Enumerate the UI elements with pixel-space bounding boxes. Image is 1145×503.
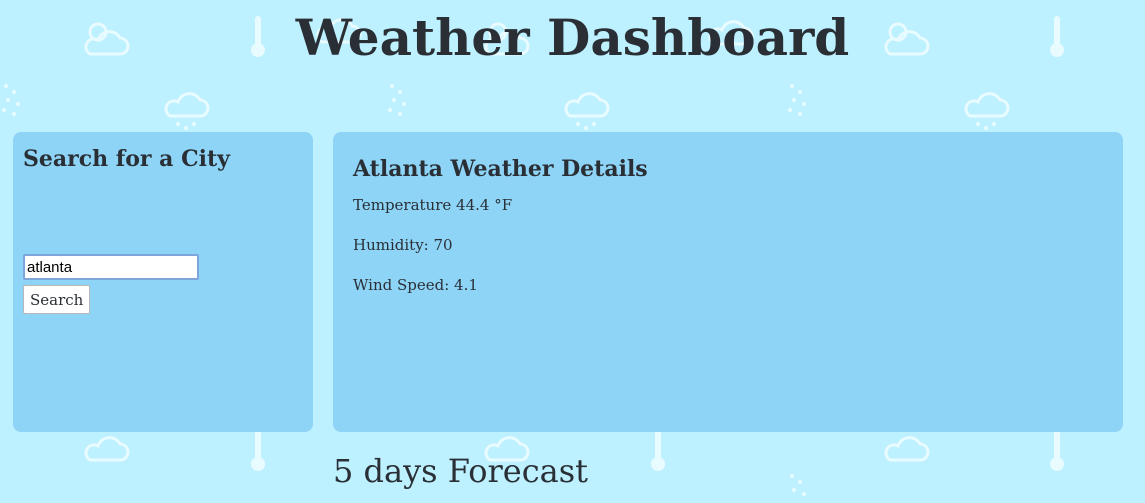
forecast-heading: 5 days Forecast (333, 452, 588, 490)
search-panel: Search for a City Search (13, 132, 313, 432)
thermometer-icon (1050, 430, 1064, 471)
humidity-text: Humidity: 70 (353, 236, 453, 254)
cloud-rain-icon (564, 92, 610, 130)
cloud-sun-icon (884, 436, 930, 462)
snow-icon (790, 474, 806, 496)
search-panel-title: Search for a City (23, 146, 230, 172)
snow-icon (788, 84, 806, 116)
cloud-sun-icon (84, 436, 130, 462)
snow-icon (388, 84, 406, 116)
thermometer-icon (251, 430, 265, 471)
cloud-rain-icon (164, 92, 210, 130)
weather-details-panel: Atlanta Weather Details Temperature 44.4… (333, 132, 1123, 432)
cloud-rain-icon (964, 92, 1010, 130)
temperature-text: Temperature 44.4 °F (353, 196, 513, 214)
snow-icon (2, 84, 20, 116)
thermometer-icon (651, 430, 665, 471)
search-button[interactable]: Search (23, 285, 91, 314)
wind-speed-text: Wind Speed: 4.1 (353, 276, 478, 294)
city-search-input[interactable] (23, 254, 199, 280)
page-title: Weather Dashboard (295, 8, 850, 67)
weather-details-title: Atlanta Weather Details (353, 156, 648, 182)
